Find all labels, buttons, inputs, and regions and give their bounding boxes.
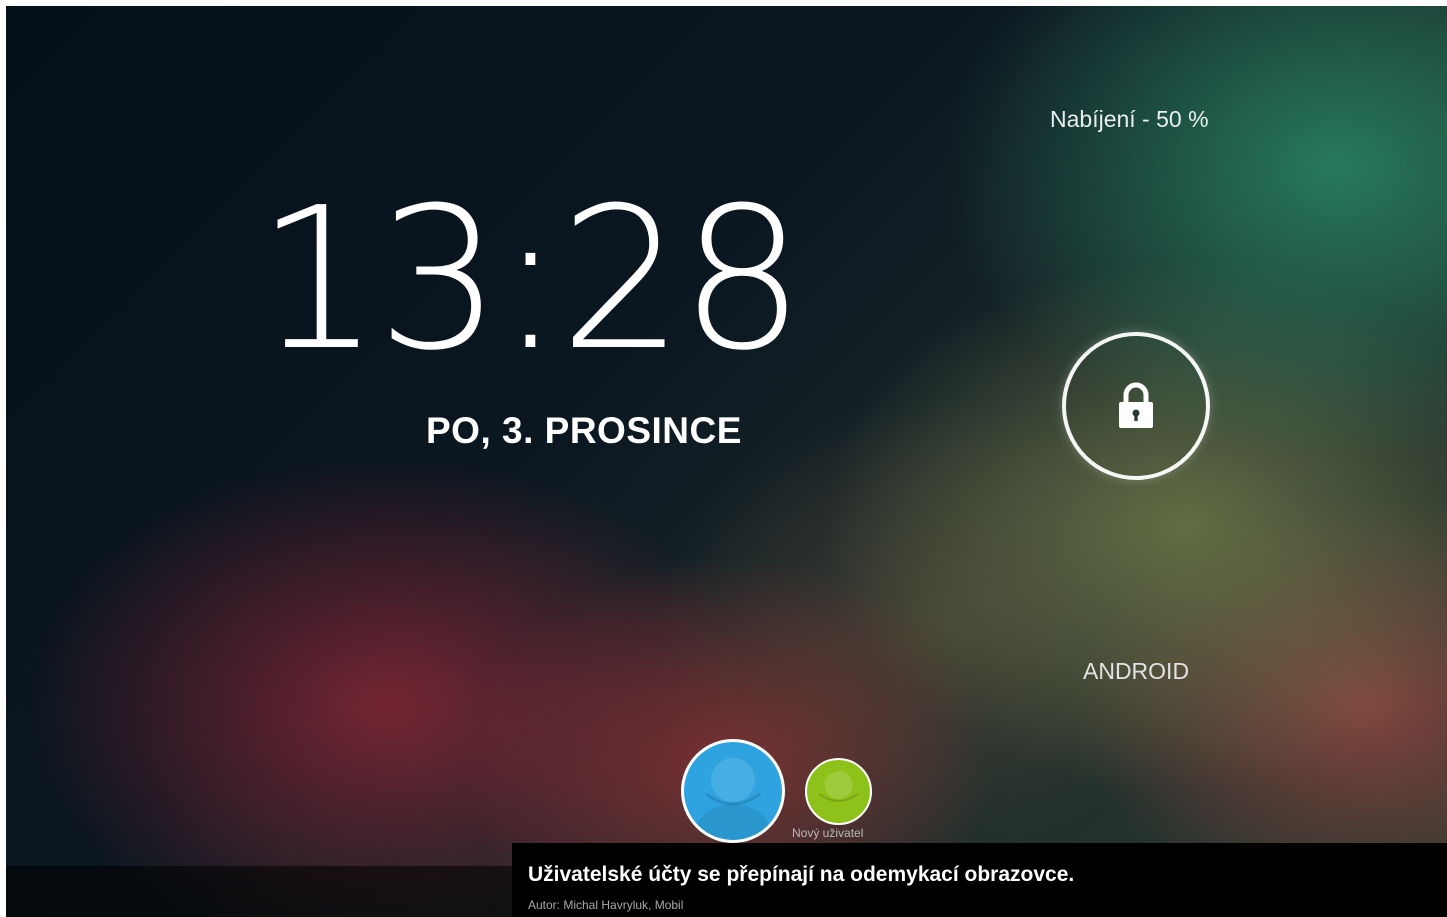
new-user-avatar[interactable] xyxy=(805,758,872,825)
lock-screen: Nabíjení - 50 % 13:28 PO, 3. PROSINCE AN… xyxy=(6,6,1447,917)
caption-title: Uživatelské účty se přepínají na odemyka… xyxy=(528,863,1075,886)
current-user-avatar[interactable] xyxy=(681,739,785,843)
caption-shadow xyxy=(6,866,512,917)
charging-status: Nabíjení - 50 % xyxy=(1050,106,1209,132)
caption-author: Autor: Michal Havryluk, Mobil xyxy=(528,898,684,912)
unlock-button[interactable] xyxy=(1062,332,1210,480)
clock-date: PO, 3. PROSINCE xyxy=(426,410,742,451)
user-silhouette-icon xyxy=(818,771,859,802)
lock-icon xyxy=(1119,382,1153,428)
user-silhouette-icon xyxy=(695,758,771,840)
clock-time: 13:28 xyxy=(256,166,805,394)
owner-label: ANDROID xyxy=(1083,658,1190,684)
caption-bar: Uživatelské účty se přepínají na odemyka… xyxy=(512,843,1447,917)
new-user-label: Nový uživatel xyxy=(792,826,864,840)
